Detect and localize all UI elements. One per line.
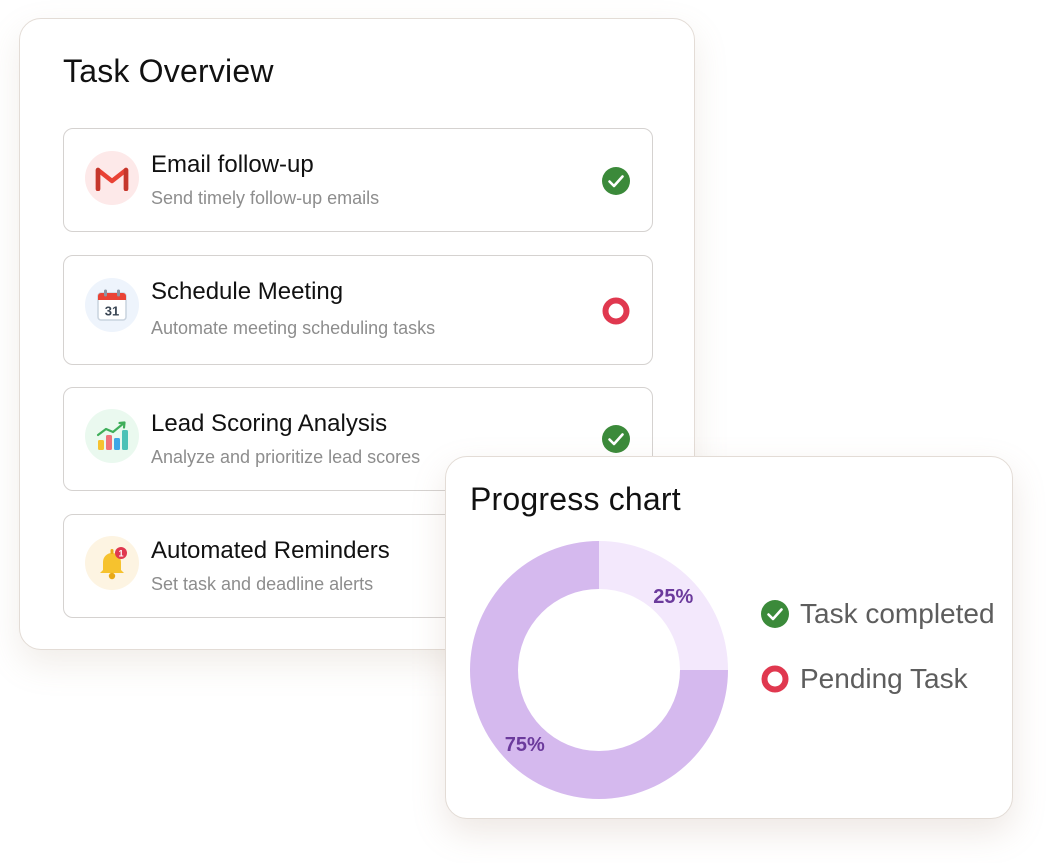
- legend-label: Pending Task: [800, 663, 968, 694]
- pending-circle-icon: [761, 665, 789, 693]
- pending-circle-icon: [602, 297, 630, 325]
- legend-item-pending-task: Pending Task: [760, 663, 995, 694]
- task-title: Email follow-up: [151, 151, 314, 178]
- progress-chart-card: Progress chart 25% 75% Task completed Pen…: [445, 456, 1013, 819]
- task-overview-title: Task Overview: [63, 53, 274, 89]
- task-item-email-follow-up[interactable]: Email follow-up Send timely follow-up em…: [63, 128, 653, 232]
- gmail-icon: [85, 151, 139, 205]
- calendar-icon: 31: [85, 278, 139, 332]
- task-title: Automated Reminders: [151, 537, 390, 564]
- task-description: Analyze and prioritize lead scores: [151, 447, 421, 467]
- calendar-day: 31: [105, 304, 119, 319]
- donut-label-task-completed: 75%: [505, 734, 545, 756]
- legend-label: Task completed: [800, 598, 995, 629]
- task-description: Automate meeting scheduling tasks: [151, 318, 436, 338]
- legend-item-task-completed: Task completed: [760, 598, 995, 629]
- notification-count: 1: [118, 549, 123, 559]
- chart-legend: Task completed Pending Task: [760, 598, 995, 729]
- check-circle-icon: [602, 167, 630, 195]
- bell-icon: 1: [85, 536, 139, 590]
- check-circle-icon: [602, 425, 630, 453]
- task-item-schedule-meeting[interactable]: 31 Schedule Meeting Automate meeting sch…: [63, 255, 653, 365]
- check-circle-icon: [761, 600, 789, 628]
- task-description: Send timely follow-up emails: [151, 188, 380, 208]
- bar-chart-icon: [85, 409, 139, 463]
- task-title: Lead Scoring Analysis: [151, 410, 388, 437]
- task-title: Schedule Meeting: [151, 278, 344, 305]
- donut-chart: 25% 75%: [470, 541, 728, 799]
- progress-chart-title: Progress chart: [470, 481, 681, 517]
- donut-label-pending-task: 25%: [653, 586, 693, 608]
- task-description: Set task and deadline alerts: [151, 574, 374, 594]
